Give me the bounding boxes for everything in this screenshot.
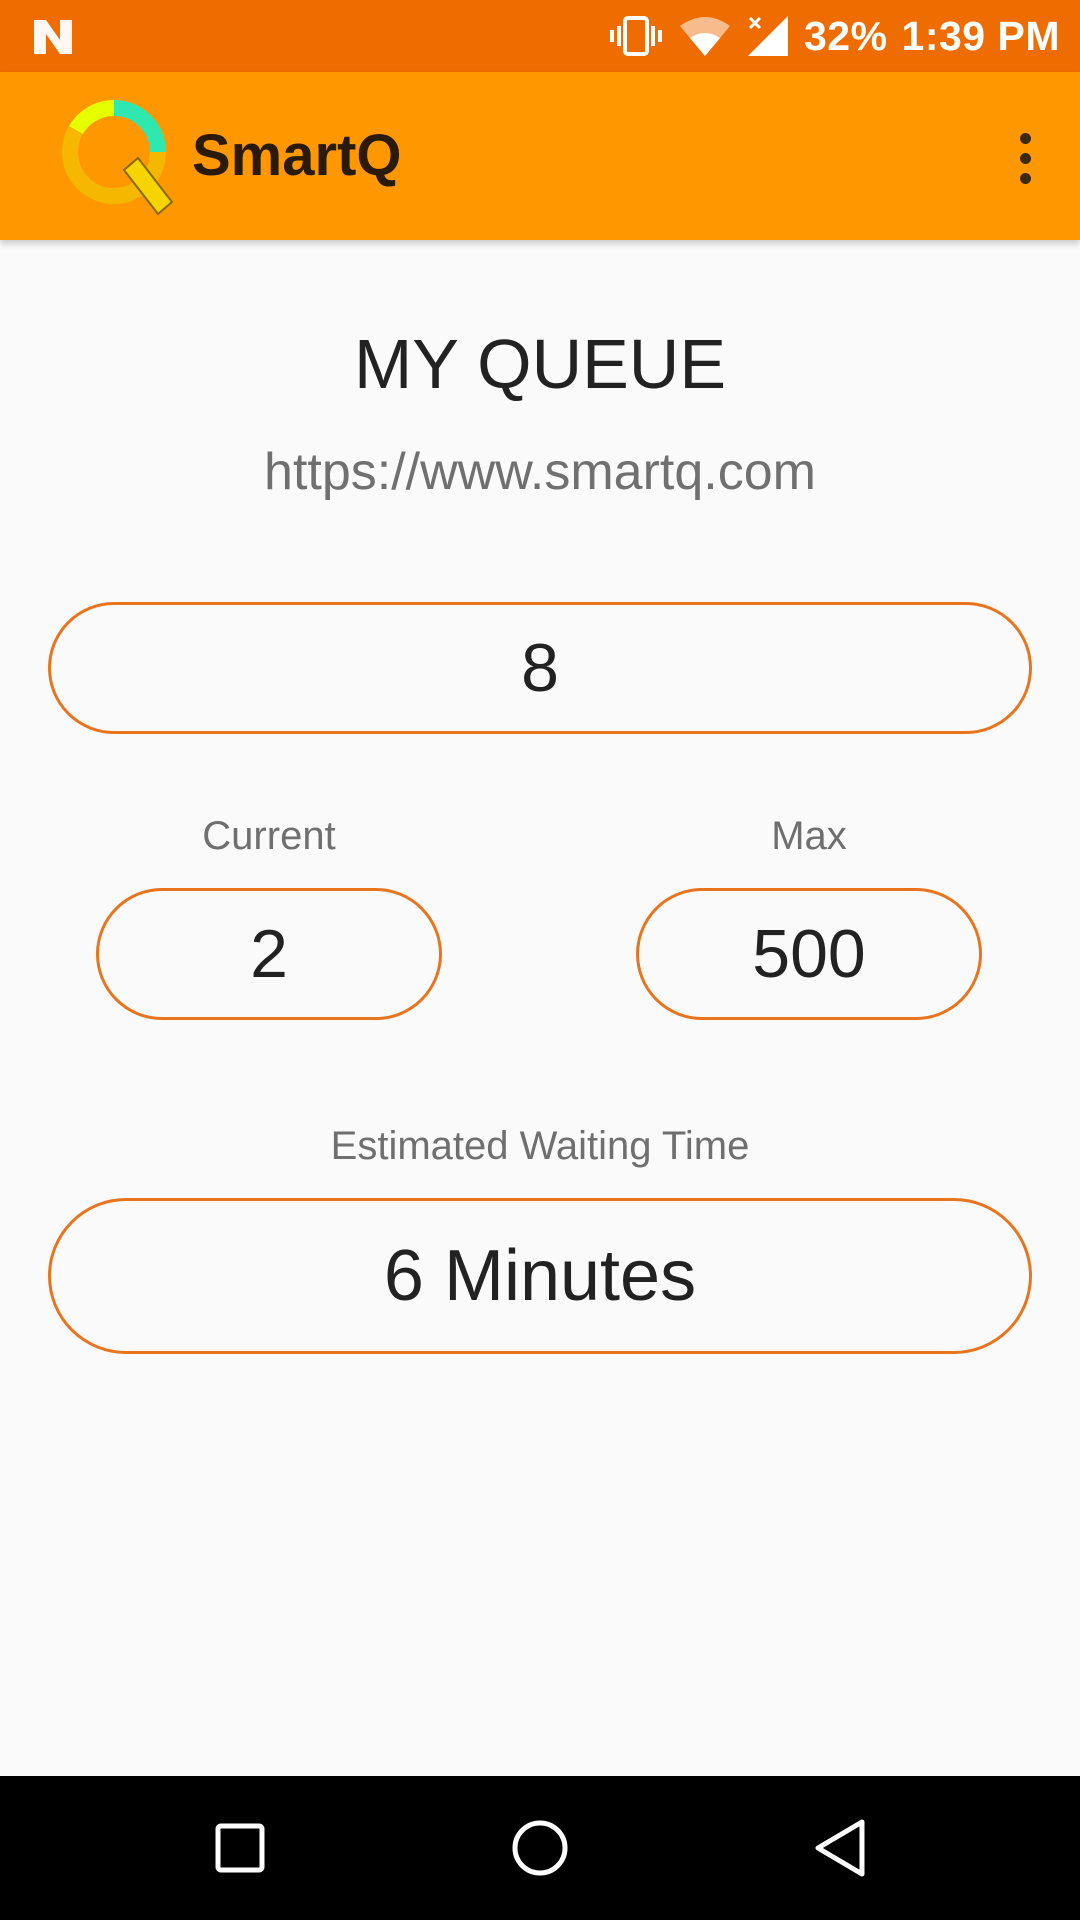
queue-number-field: 8 xyxy=(48,602,1032,734)
app-title: SmartQ xyxy=(192,123,402,188)
current-label: Current xyxy=(202,814,336,858)
waiting-time-label: Estimated Waiting Time xyxy=(330,1124,750,1168)
queue-number-value: 8 xyxy=(521,630,559,706)
cell-signal-icon xyxy=(746,14,790,58)
back-triangle-icon[interactable] xyxy=(760,1776,920,1920)
max-value: 500 xyxy=(752,916,866,992)
queue-url: https://www.smartq.com xyxy=(264,443,816,501)
max-label: Max xyxy=(771,814,847,858)
clock-time: 1:39 PM xyxy=(901,12,1060,59)
status-bar: 32% 1:39 PM xyxy=(0,0,1080,72)
waiting-time-value: 6 Minutes xyxy=(383,1236,697,1316)
current-value: 2 xyxy=(250,916,288,992)
navigation-bar xyxy=(0,1776,1080,1920)
max-field: 500 xyxy=(636,888,982,1020)
overflow-menu-icon[interactable] xyxy=(1000,118,1050,198)
home-circle-icon[interactable] xyxy=(460,1776,620,1920)
recents-square-icon[interactable] xyxy=(160,1776,320,1920)
notification-n-icon xyxy=(30,16,76,56)
waiting-time-field: 6 Minutes xyxy=(48,1198,1032,1354)
queue-screen: MY QUEUE https://www.smartq.com 8 Curren… xyxy=(0,240,1080,1776)
app-bar: SmartQ xyxy=(0,72,1080,240)
wifi-icon xyxy=(678,14,732,58)
vibrate-icon xyxy=(608,14,664,58)
battery-percent: 32% xyxy=(803,12,888,59)
status-icons: 32% 1:39 PM xyxy=(608,0,1060,72)
current-field: 2 xyxy=(96,888,442,1020)
page-title: MY QUEUE xyxy=(353,325,727,403)
smartq-logo xyxy=(54,92,184,222)
